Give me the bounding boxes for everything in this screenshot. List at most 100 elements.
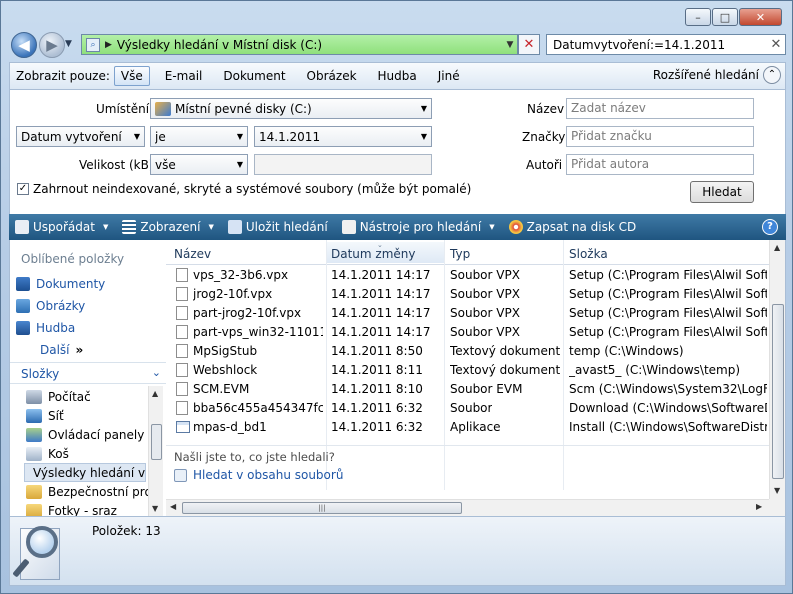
address-bar[interactable]: ⌕ ▶ Výsledky hledání v Místní disk (C:) … [81,34,518,55]
explorer-window: – □ ✕ ◀ ▶ ▼ ⌕ ▶ Výsledky hledání v Místn… [0,0,793,594]
tree-item-network[interactable]: Síť [26,406,64,425]
vertical-scrollbar[interactable]: ▲ ▼ [769,240,785,499]
stop-search-button[interactable]: ✕ [518,34,540,55]
scroll-thumb[interactable] [151,424,162,460]
address-path[interactable]: Výsledky hledání v Místní disk (C:) [117,38,498,52]
advanced-search-label[interactable]: Rozšířené hledání [653,68,759,82]
scroll-right-icon[interactable]: ▶ [756,502,762,511]
include-unindexed-label[interactable]: Zahrnout neindexované, skryté a systémov… [33,182,471,196]
tree-item-security-folder[interactable]: Bezpečnostní prog [26,482,159,501]
recent-pages-dropdown[interactable]: ▼ [65,39,72,49]
search-tools-label: Nástroje pro hledání [359,220,482,234]
column-name[interactable]: Název [174,247,211,261]
tree-item-control-panel[interactable]: Ovládací panely [26,425,144,444]
authors-input[interactable]: Přidat autora [566,154,754,175]
file-row[interactable]: MpSigStub 14.1.2011 8:50 Textový dokumen… [166,342,769,361]
forward-button[interactable]: ▶ [39,32,65,58]
file-row[interactable]: part-vps_win32-110114... 14.1.2011 14:17… [166,323,769,342]
column-type[interactable]: Typ [450,247,470,261]
date-value-select[interactable]: 14.1.2011 ▼ [254,126,432,147]
breadcrumb-arrow-icon[interactable]: ▶ [105,40,112,50]
tree-item-label: Bezpečnostní prog [48,484,160,499]
column-folder[interactable]: Složka [569,247,608,261]
advanced-search-panel: Umístění Místní pevné disky (C:) ▼ Datum… [9,90,786,214]
folders-header[interactable]: Složky ⌄ [10,362,167,384]
name-input[interactable]: Zadat název [566,98,754,119]
file-folder: temp (C:\Windows) [569,344,684,358]
maximize-button[interactable]: □ [712,8,738,26]
search-input[interactable]: Datumvytvoření:=14.1.2011 [553,38,767,52]
burn-button[interactable]: Zapsat na disk CD [508,220,636,234]
file-row[interactable]: mpas-d_bd1 14.1.2011 6:32 Aplikace Insta… [166,418,769,437]
search-button[interactable]: Hledat [690,181,754,203]
file-row[interactable]: bba56c455a454347fc06... 14.1.2011 6:32 S… [166,399,769,418]
chevron-down-icon: ▼ [420,104,428,113]
search-box[interactable]: Datumvytvoření:=14.1.2011 ✕ [546,34,786,55]
column-headers: Název ⌄ Datum změny Typ Složka [166,240,769,265]
file-date: 14.1.2011 8:10 [331,382,423,396]
filter-music[interactable]: Hudba [372,67,423,85]
recycle-bin-icon [26,446,42,461]
operator-select[interactable]: je ▼ [150,126,248,147]
chevron-down-icon[interactable]: ⌄ [152,366,161,379]
scroll-left-icon[interactable]: ◀ [170,502,176,511]
file-folder: Setup (C:\Program Files\Alwil Software [569,306,767,320]
authors-label: Autoři [526,158,563,172]
tree-item-computer[interactable]: Počítač [26,387,91,406]
favorite-pictures[interactable]: Obrázky [16,299,85,313]
file-row[interactable]: SCM.EVM 14.1.2011 8:10 Soubor EVM Scm (C… [166,380,769,399]
file-row[interactable]: part-jrog2-10f.vpx 14.1.2011 14:17 Soubo… [166,304,769,323]
clear-search-icon[interactable]: ✕ [767,37,785,52]
filter-other[interactable]: Jiné [432,67,466,85]
help-icon[interactable]: ? [762,219,778,235]
scroll-thumb[interactable] [772,304,784,479]
favorites-more[interactable]: Další » [40,343,83,357]
chevron-down-icon: ▼ [489,223,495,231]
size-input[interactable] [254,154,432,175]
details-pane: Položek: 13 [9,516,786,586]
filter-picture[interactable]: Obrázek [301,67,363,85]
chevron-up-icon[interactable]: ⌃ [763,66,781,84]
filter-email[interactable]: E-mail [159,67,209,85]
tree-item-recycle-bin[interactable]: Koš [26,444,69,463]
address-dropdown-icon[interactable]: ▼ [503,40,517,50]
tags-input[interactable]: Přidat značku [566,126,754,147]
include-unindexed-checkbox[interactable]: ✓ Zahrnout neindexované, skryté a systém… [17,182,471,196]
file-row[interactable]: vps_32-3b6.vpx 14.1.2011 14:17 Soubor VP… [166,266,769,285]
scroll-up-icon[interactable]: ▲ [774,243,780,252]
pictures-icon [16,299,30,313]
advanced-search-toggle[interactable]: Rozšířené hledání ⌃ [653,66,781,84]
scroll-up-icon[interactable]: ▲ [152,389,158,398]
search-tools-menu[interactable]: Nástroje pro hledání ▼ [341,220,495,234]
save-search-button[interactable]: Uložit hledání [227,220,328,234]
file-row[interactable]: jrog2-10f.vpx 14.1.2011 14:17 Soubor VPX… [166,285,769,304]
location-select[interactable]: Místní pevné disky (C:) ▼ [150,98,432,119]
filter-all[interactable]: Vše [113,66,150,86]
horizontal-scrollbar[interactable]: ◀ ||| ▶ [166,499,769,516]
search-file-contents-link[interactable]: Hledat v obsahu souborů [174,468,343,482]
file-row[interactable]: Webshlock 14.1.2011 8:11 Textový dokumen… [166,361,769,380]
tree-item-label: Počítač [48,389,91,404]
item-count: Položek: 13 [92,524,161,538]
size-select[interactable]: vše ▼ [150,154,248,175]
checkbox-checked-icon[interactable]: ✓ [17,183,29,195]
tree-item-search-results[interactable]: Výsledky hledání v [24,463,146,482]
scroll-down-icon[interactable]: ▼ [152,504,158,513]
minimize-button[interactable]: – [685,8,711,26]
file-date: 14.1.2011 14:17 [331,287,431,301]
chevron-down-icon: ▼ [208,223,214,231]
favorite-documents[interactable]: Dokumenty [16,277,105,291]
search-file-contents-label[interactable]: Hledat v obsahu souborů [193,468,343,482]
navigation-scrollbar[interactable]: ▲ ▼ [148,386,163,516]
organize-menu[interactable]: Uspořádat ▼ [15,220,108,234]
close-button[interactable]: ✕ [739,8,782,26]
favorite-music[interactable]: Hudba [16,321,75,335]
date-field-select[interactable]: Datum vytvoření ▼ [16,126,145,147]
scroll-thumb[interactable]: ||| [182,502,462,514]
column-date-modified[interactable]: ⌄ Datum změny [327,241,444,263]
view-menu[interactable]: Zobrazení ▼ [122,220,214,234]
file-list: Název ⌄ Datum změny Typ Složka vps_32-3b… [166,240,786,516]
filter-document[interactable]: Dokument [217,67,291,85]
back-button[interactable]: ◀ [11,32,37,58]
scroll-down-icon[interactable]: ▼ [774,486,780,495]
